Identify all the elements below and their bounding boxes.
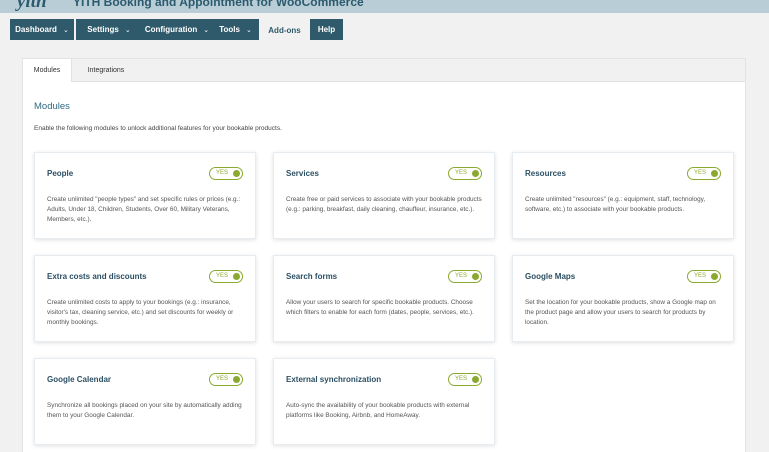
module-title: Google Calendar: [47, 375, 112, 384]
module-toggle[interactable]: YES: [209, 373, 243, 386]
toggle-knob: [711, 273, 718, 280]
module-description: Create free or paid services to associat…: [286, 196, 482, 213]
module-description: Auto-sync the availability of your booka…: [286, 402, 470, 419]
toggle-knob: [472, 273, 479, 280]
yith-logo: yith: [17, 0, 47, 12]
module-toggle[interactable]: YES: [448, 167, 482, 180]
chevron-down-icon: ⌄: [124, 26, 131, 34]
module-toggle[interactable]: YES: [209, 167, 243, 180]
nav-configuration[interactable]: Configuration ⌄: [134, 19, 220, 40]
module-toggle[interactable]: YES: [448, 270, 482, 283]
nav-settings-label: Settings: [87, 25, 119, 34]
module-card-search-forms: Search forms YES Allow your users to sea…: [273, 255, 495, 342]
module-card-people: People YES Create unlimited "people type…: [34, 152, 256, 239]
nav-dashboard-label: Dashboard: [15, 25, 57, 34]
module-description: Create unlimited "people types" and set …: [47, 196, 241, 223]
tab-bar: Modules Integrations: [23, 59, 745, 82]
module-description: Synchronize all bookings placed on your …: [47, 402, 242, 419]
toggle-knob: [233, 376, 240, 383]
nav-tools[interactable]: Tools ⌄: [212, 19, 259, 40]
toggle-label: YES: [694, 170, 707, 176]
module-title: Services: [286, 169, 319, 178]
toggle-label: YES: [216, 170, 229, 176]
module-title: Google Maps: [525, 272, 576, 281]
app-title: YITH Booking and Appointment for WooComm…: [73, 0, 364, 9]
tab-integrations-label: Integrations: [87, 66, 125, 74]
tab-modules-label: Modules: [33, 67, 61, 74]
module-toggle[interactable]: YES: [687, 270, 721, 283]
module-description: Create unlimited costs to apply to your …: [47, 299, 234, 326]
toggle-knob: [472, 170, 479, 177]
module-card-google-maps: Google Maps YES Set the location for you…: [512, 255, 734, 342]
module-card-services: Services YES Create free or paid service…: [273, 152, 495, 239]
module-card-resources: Resources YES Create unlimited "resource…: [512, 152, 734, 239]
module-title: Search forms: [286, 272, 338, 281]
nav-dashboard[interactable]: Dashboard ⌄: [10, 19, 74, 40]
tab-modules[interactable]: Modules: [23, 59, 72, 82]
module-title: People: [47, 169, 74, 178]
toggle-knob: [472, 376, 479, 383]
module-card-extra-costs: Extra costs and discounts YES Create unl…: [34, 255, 256, 342]
toggle-label: YES: [455, 170, 468, 176]
nav-tools-label: Tools: [219, 25, 240, 34]
section-title: Modules: [34, 101, 70, 112]
nav-settings[interactable]: Settings ⌄: [76, 19, 142, 40]
module-card-google-calendar: Google Calendar YES Synchronize all book…: [34, 358, 256, 445]
nav-add-ons-label: Add-ons: [268, 25, 301, 35]
module-title: Resources: [525, 169, 566, 178]
section-description: Enable the following modules to unlock a…: [34, 125, 282, 132]
module-toggle[interactable]: YES: [209, 270, 243, 283]
nav-add-ons[interactable]: Add-ons: [261, 19, 308, 41]
tab-integrations[interactable]: Integrations: [75, 59, 137, 81]
module-toggle[interactable]: YES: [687, 167, 721, 180]
module-title: External synchronization: [286, 375, 382, 384]
toggle-knob: [711, 170, 718, 177]
module-description: Set the location for your bookable produ…: [525, 299, 716, 326]
toggle-label: YES: [694, 273, 707, 279]
top-header: yith YITH Booking and Appointment for Wo…: [0, 0, 769, 13]
toggle-knob: [233, 273, 240, 280]
toggle-knob: [233, 170, 240, 177]
nav-help-label: Help: [317, 25, 336, 34]
nav-help[interactable]: Help: [310, 19, 343, 40]
toggle-label: YES: [455, 376, 468, 382]
module-toggle[interactable]: YES: [448, 373, 482, 386]
modules-panel: Modules Integrations Modules Enable the …: [22, 58, 746, 452]
module-description: Allow your users to search for specific …: [286, 299, 474, 316]
chevron-down-icon: ⌄: [203, 26, 210, 34]
chevron-down-icon: ⌄: [245, 26, 252, 34]
toggle-label: YES: [455, 273, 468, 279]
module-description: Create unlimited "resources" (e.g.: equi…: [525, 196, 706, 213]
module-card-external-sync: External synchronization YES Auto-sync t…: [273, 358, 495, 445]
toggle-label: YES: [216, 376, 229, 382]
chevron-down-icon: ⌄: [62, 26, 69, 34]
module-title: Extra costs and discounts: [47, 272, 147, 281]
toggle-label: YES: [216, 273, 229, 279]
nav-configuration-label: Configuration: [144, 25, 198, 34]
